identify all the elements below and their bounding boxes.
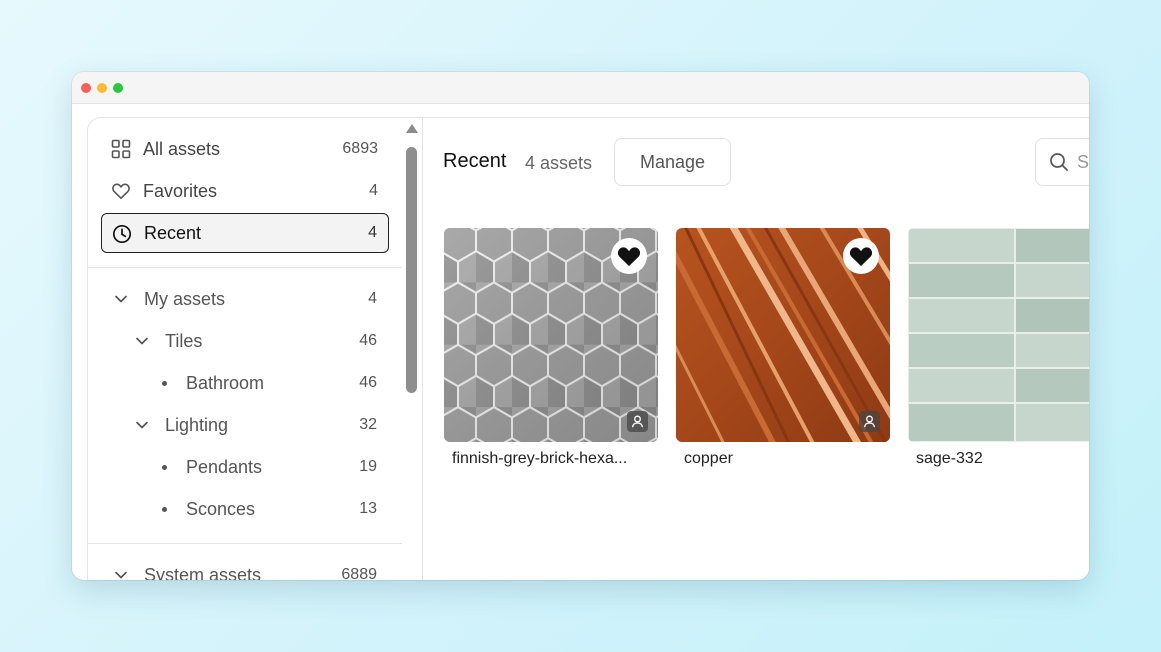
user-icon <box>631 415 644 428</box>
manage-button[interactable]: Manage <box>614 138 731 186</box>
sage-tile-texture <box>908 228 1089 442</box>
asset-name: sage-332 <box>916 450 983 467</box>
tree-item-pendants[interactable]: Pendants 19 <box>88 449 388 485</box>
chevron-down-icon[interactable] <box>134 333 150 349</box>
chevron-down-icon[interactable] <box>113 567 129 580</box>
bullet-icon <box>162 465 167 470</box>
chevron-down-icon[interactable] <box>134 417 150 433</box>
tree-item-label: Pendants <box>186 456 263 477</box>
chevron-down-icon[interactable] <box>113 291 129 307</box>
sidebar-item-label: All assets <box>143 138 221 159</box>
tree-item-my-assets[interactable]: My assets 4 <box>88 281 388 317</box>
sidebar-divider <box>88 543 402 544</box>
sidebar-scrollbar[interactable] <box>406 124 418 580</box>
asset-name: finnish-grey-brick-hexa... <box>452 450 628 467</box>
tree-item-count: 46 <box>359 374 377 391</box>
asset-card[interactable]: finnish-grey-brick-hexa... <box>444 228 658 467</box>
tree-item-count: 19 <box>359 458 377 475</box>
user-asset-badge <box>859 411 880 432</box>
tree-item-count: 13 <box>359 500 377 517</box>
tree-item-bathroom[interactable]: Bathroom 46 <box>88 365 388 401</box>
tree-item-count: 32 <box>359 416 377 433</box>
bullet-icon <box>162 381 167 386</box>
title-bar <box>72 72 1089 104</box>
main-content: Recent 4 assets Manage Search <box>422 117 1089 580</box>
close-window-button[interactable] <box>81 83 91 93</box>
asset-thumbnail[interactable] <box>444 228 658 442</box>
tree-item-tiles[interactable]: Tiles 46 <box>88 323 388 359</box>
search-input[interactable]: Search <box>1035 138 1089 186</box>
tree-item-label: Bathroom <box>186 372 265 393</box>
asset-count: 4 assets <box>525 153 593 173</box>
sidebar-item-favorites[interactable]: Favorites 4 <box>101 171 389 211</box>
heart-icon <box>112 183 130 199</box>
asset-name: copper <box>684 450 733 467</box>
scroll-up-arrow-icon[interactable] <box>406 124 418 133</box>
asset-thumbnail[interactable] <box>908 228 1089 442</box>
sidebar-item-count: 4 <box>368 224 377 241</box>
maximize-window-button[interactable] <box>113 83 123 93</box>
sidebar: All assets 6893 Favorites 4 Recent 4 My … <box>87 117 422 580</box>
tree-item-system-assets[interactable]: System assets 6889 <box>88 557 388 580</box>
asset-card[interactable]: copper <box>676 228 890 467</box>
user-icon <box>863 415 876 428</box>
tree-item-lighting[interactable]: Lighting 32 <box>88 407 388 443</box>
tree-item-label: Tiles <box>165 330 203 351</box>
scrollbar-thumb[interactable] <box>406 147 417 393</box>
bullet-icon <box>162 507 167 512</box>
page-title: Recent <box>443 150 507 172</box>
sidebar-divider <box>88 267 402 268</box>
tree-item-label: My assets <box>144 288 226 309</box>
search-placeholder: Search <box>1077 152 1089 172</box>
tree-item-count: 4 <box>368 290 377 307</box>
sidebar-item-all-assets[interactable]: All assets 6893 <box>101 129 389 169</box>
app-window: All assets 6893 Favorites 4 Recent 4 My … <box>72 72 1089 580</box>
asset-thumbnail[interactable] <box>676 228 890 442</box>
sidebar-item-count: 6893 <box>342 140 378 157</box>
clock-icon <box>112 224 132 244</box>
favorite-button[interactable] <box>611 238 647 274</box>
tree-item-label: Sconces <box>186 498 256 519</box>
asset-card[interactable]: sage-332 <box>908 228 1089 467</box>
sidebar-item-label: Recent <box>144 222 202 243</box>
minimize-window-button[interactable] <box>97 83 107 93</box>
favorite-button[interactable] <box>843 238 879 274</box>
sidebar-item-recent[interactable]: Recent 4 <box>101 213 389 253</box>
heart-filled-icon <box>849 247 873 266</box>
search-icon <box>1050 153 1068 171</box>
heart-filled-icon <box>617 247 641 266</box>
sidebar-item-count: 4 <box>369 182 378 199</box>
user-asset-badge <box>627 411 648 432</box>
tree-item-label: Lighting <box>165 414 229 435</box>
tree-item-label: System assets <box>144 564 262 581</box>
tree-item-count: 6889 <box>341 566 377 580</box>
sidebar-item-label: Favorites <box>143 180 218 201</box>
grid-icon <box>111 139 131 159</box>
tree-item-count: 46 <box>359 332 377 349</box>
tree-item-sconces[interactable]: Sconces 13 <box>88 491 388 527</box>
